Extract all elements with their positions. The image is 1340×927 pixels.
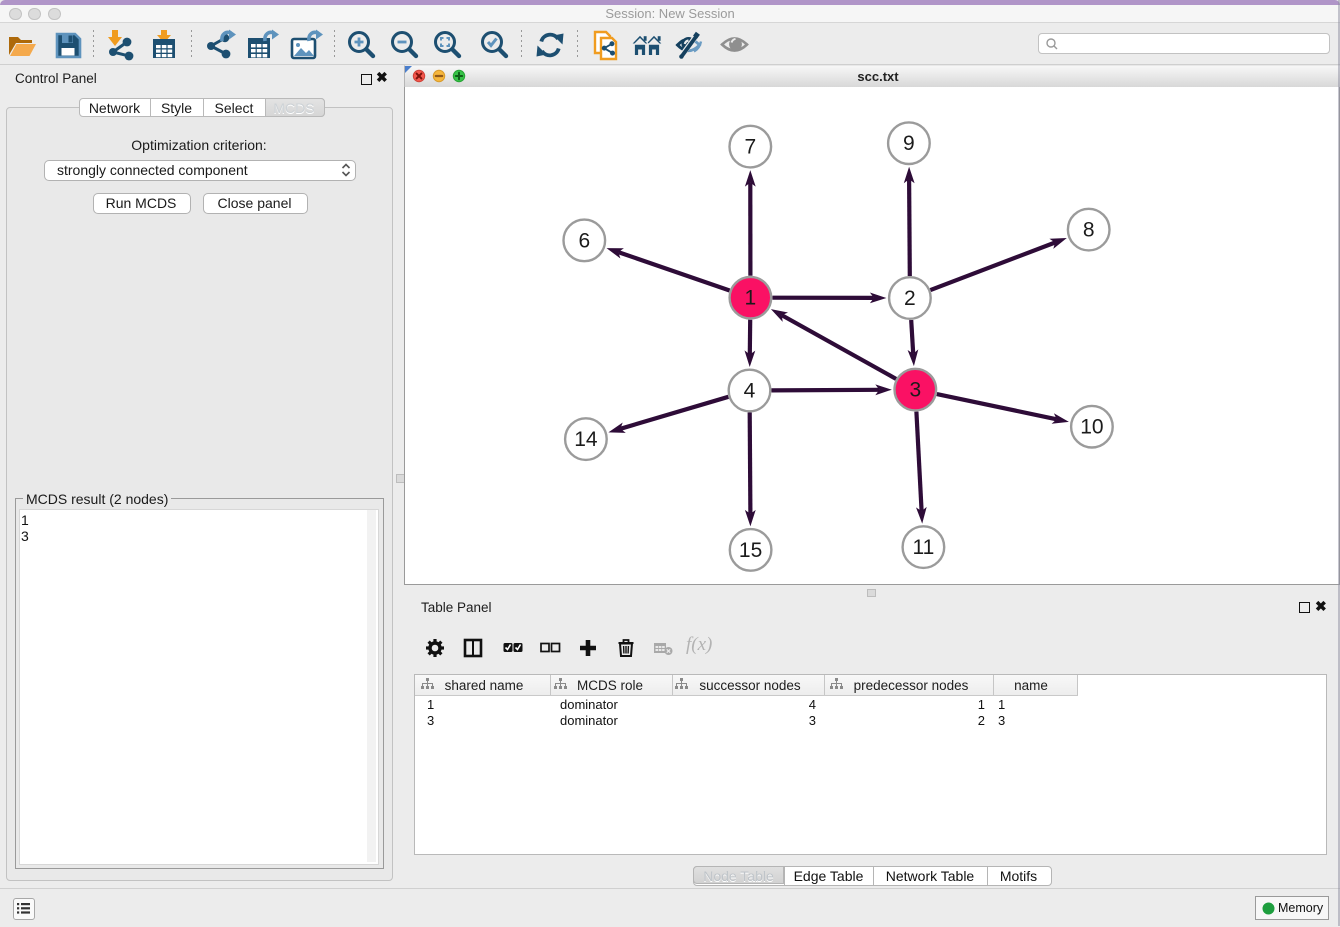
svg-text:10: 10 [1080, 416, 1103, 439]
svg-text:8: 8 [1083, 219, 1095, 242]
svg-text:7: 7 [744, 136, 756, 159]
svg-text:4: 4 [744, 380, 756, 403]
svg-text:1: 1 [745, 287, 757, 310]
svg-text:6: 6 [578, 229, 590, 252]
svg-text:3: 3 [909, 379, 921, 402]
svg-text:9: 9 [903, 132, 915, 155]
svg-text:14: 14 [574, 428, 598, 451]
svg-text:15: 15 [739, 539, 762, 562]
svg-text:2: 2 [904, 287, 916, 310]
svg-text:11: 11 [912, 536, 934, 559]
